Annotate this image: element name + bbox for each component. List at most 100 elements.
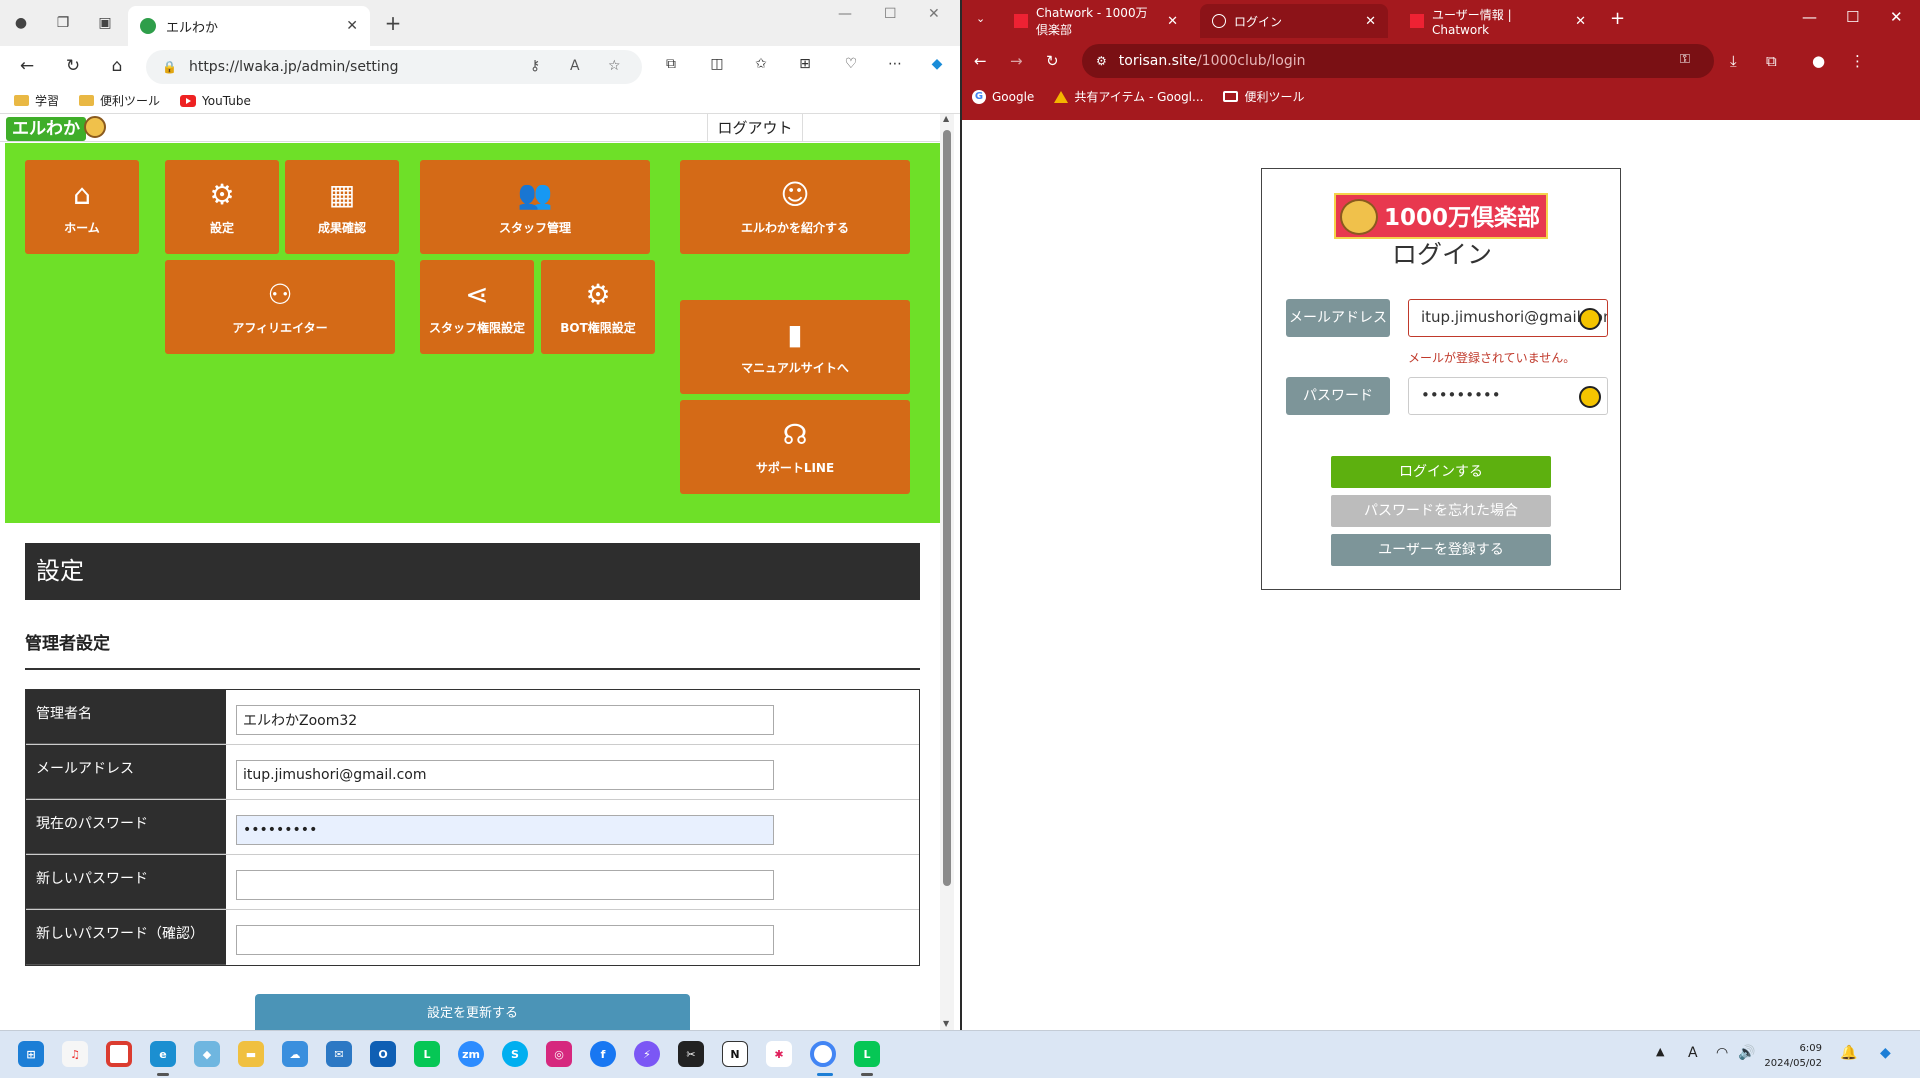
page-scrollbar[interactable]: ▲ ▼ <box>940 114 954 1030</box>
reload-icon[interactable]: ↻ <box>62 56 84 76</box>
app-icon[interactable]: ◆ <box>194 1041 220 1067</box>
more-menu-icon[interactable]: ⋯ <box>884 56 906 72</box>
update-settings-button[interactable]: 設定を更新する <box>255 994 690 1030</box>
chrome-tab-user-info[interactable]: ユーザー情報 | Chatwork ✕ <box>1398 4 1598 38</box>
start-icon[interactable]: ⊞ <box>18 1041 44 1067</box>
extensions-icon[interactable]: ⧉ <box>660 56 682 72</box>
wifi-icon[interactable]: ◠ <box>1716 1045 1728 1061</box>
edge-tab-active[interactable]: エルわか ✕ <box>128 6 370 46</box>
bookmark-shared-drive[interactable]: 共有アイテム - Googl... <box>1054 88 1203 105</box>
close-tab-icon[interactable]: ✕ <box>1167 14 1178 29</box>
scrollbar-thumb[interactable] <box>943 130 951 886</box>
itunes-icon[interactable]: ♫ <box>62 1041 88 1067</box>
tile-staff[interactable]: 👥 スタッフ管理 <box>420 160 650 254</box>
instagram-icon[interactable]: ◎ <box>546 1041 572 1067</box>
edge-icon[interactable]: e <box>150 1041 176 1067</box>
admin-name-input[interactable] <box>236 705 774 735</box>
close-tab-icon[interactable]: ✕ <box>1575 14 1586 29</box>
chrome-profile-icon[interactable] <box>810 1041 836 1067</box>
bookmark-folder[interactable]: 便利ツール <box>1223 88 1304 105</box>
profile-icon[interactable]: ● <box>1812 52 1825 70</box>
tab-actions-icon[interactable]: ▣ <box>94 12 116 34</box>
browser-essentials-icon[interactable]: ♡ <box>840 56 862 72</box>
tile-home[interactable]: ⌂ ホーム <box>25 160 139 254</box>
chrome-icon[interactable] <box>106 1041 132 1067</box>
new-tab-icon[interactable]: + <box>382 11 404 35</box>
maximize-icon[interactable]: ☐ <box>884 6 897 22</box>
close-tab-icon[interactable]: ✕ <box>346 18 358 34</box>
tile-settings[interactable]: ⚙ 設定 <box>165 160 279 254</box>
tile-results[interactable]: ▦ 成果確認 <box>285 160 399 254</box>
line-app-icon[interactable]: L <box>854 1041 880 1067</box>
password-input[interactable]: ••••••••• <box>1408 377 1608 415</box>
extensions-icon[interactable]: ⧉ <box>1766 52 1777 70</box>
bookmark-google[interactable]: G Google <box>972 88 1034 105</box>
email-input[interactable]: itup.jimushori@gmail.com <box>1408 299 1608 337</box>
current-password-input[interactable] <box>236 815 774 845</box>
facebook-icon[interactable]: f <box>590 1041 616 1067</box>
forgot-password-button[interactable]: パスワードを忘れた場合 <box>1331 495 1551 527</box>
close-tab-icon[interactable]: ✕ <box>1365 14 1376 29</box>
volume-icon[interactable]: 🔊 <box>1738 1045 1755 1061</box>
collections-icon[interactable]: ⊞ <box>794 56 816 72</box>
login-button[interactable]: ログインする <box>1331 456 1551 488</box>
split-screen-icon[interactable]: ◫ <box>706 56 728 72</box>
lwaka-logo[interactable]: エルわか <box>6 117 86 141</box>
clock[interactable]: 6:09 2024/05/02 <box>1758 1041 1822 1071</box>
email-input[interactable] <box>236 760 774 790</box>
zoom-icon[interactable]: zm <box>458 1041 484 1067</box>
tile-manual[interactable]: ▮ マニュアルサイトへ <box>680 300 910 394</box>
home-icon[interactable]: ⌂ <box>106 56 128 76</box>
read-aloud-icon[interactable]: A <box>570 58 580 74</box>
outlook-icon[interactable]: O <box>370 1041 396 1067</box>
back-icon[interactable]: ← <box>974 52 987 70</box>
tile-bot-permissions[interactable]: ⚙ BOT権限設定 <box>541 260 655 354</box>
tile-support-line[interactable]: ☊ サポートLINE <box>680 400 910 494</box>
copilot-icon[interactable]: ◆ <box>926 56 948 72</box>
download-icon[interactable]: ⤓ <box>1730 52 1737 70</box>
favorites-icon[interactable]: ✩ <box>750 56 772 72</box>
chrome-tab-chatwork[interactable]: Chatwork - 1000万倶楽部 ✕ <box>1002 4 1190 38</box>
bookmark-folder[interactable]: 便利ツール <box>79 92 160 109</box>
bookmark-youtube[interactable]: YouTube <box>180 94 251 108</box>
mail-icon[interactable]: ✉ <box>326 1041 352 1067</box>
password-key-icon[interactable]: ⚿ <box>1680 52 1690 67</box>
tile-affiliator[interactable]: ⚇ アフィリエイター <box>165 260 395 354</box>
line-icon[interactable]: L <box>414 1041 440 1067</box>
confirm-password-input[interactable] <box>236 925 774 955</box>
close-window-icon[interactable]: ✕ <box>1890 8 1903 26</box>
file-explorer-icon[interactable]: ▬ <box>238 1041 264 1067</box>
password-manager-icon[interactable] <box>1579 308 1601 330</box>
profile-icon[interactable]: ● <box>10 12 32 34</box>
scroll-up-arrow-icon[interactable]: ▲ <box>943 114 949 123</box>
register-user-button[interactable]: ユーザーを登録する <box>1331 534 1551 566</box>
workspaces-icon[interactable]: ❐ <box>52 12 74 34</box>
minimize-icon[interactable]: — <box>1802 8 1817 26</box>
skype-icon[interactable]: S <box>502 1041 528 1067</box>
reload-icon[interactable]: ↻ <box>1046 52 1059 70</box>
notion-icon[interactable]: N <box>722 1041 748 1067</box>
forward-icon[interactable]: → <box>1010 52 1023 70</box>
edge-address-bar[interactable]: 🔒 https://lwaka.jp/admin/setting ⚷ A ☆ <box>146 50 642 84</box>
more-menu-icon[interactable]: ⋮ <box>1850 52 1865 70</box>
favorite-star-icon[interactable]: ☆ <box>608 58 621 74</box>
key-icon[interactable]: ⚷ <box>530 58 540 74</box>
scroll-down-arrow-icon[interactable]: ▼ <box>943 1019 949 1028</box>
bookmark-folder[interactable]: 学習 <box>14 92 59 109</box>
chrome-tab-login[interactable]: ログイン ✕ <box>1200 4 1388 38</box>
notification-bell-icon[interactable]: 🔔 <box>1840 1045 1857 1061</box>
tile-staff-permissions[interactable]: ⋖ スタッフ権限設定 <box>420 260 534 354</box>
messenger-icon[interactable]: ⚡ <box>634 1041 660 1067</box>
copilot-taskbar-icon[interactable]: ◆ <box>1880 1045 1891 1061</box>
tile-introduce[interactable]: ☺ エルわかを紹介する <box>680 160 910 254</box>
logout-button[interactable]: ログアウト <box>707 114 803 142</box>
maximize-icon[interactable]: ☐ <box>1846 8 1859 26</box>
tab-search-icon[interactable]: ⌄ <box>976 12 985 25</box>
capcut-icon[interactable]: ✂ <box>678 1041 704 1067</box>
slack-icon[interactable]: ✱ <box>766 1041 792 1067</box>
chrome-address-bar[interactable]: ⚙ torisan.site/1000club/login <box>1082 44 1714 78</box>
new-password-input[interactable] <box>236 870 774 900</box>
new-tab-icon[interactable]: + <box>1610 8 1625 29</box>
show-hidden-icons-chevron-icon[interactable]: ▲ <box>1656 1045 1664 1058</box>
close-window-icon[interactable]: ✕ <box>928 6 940 22</box>
